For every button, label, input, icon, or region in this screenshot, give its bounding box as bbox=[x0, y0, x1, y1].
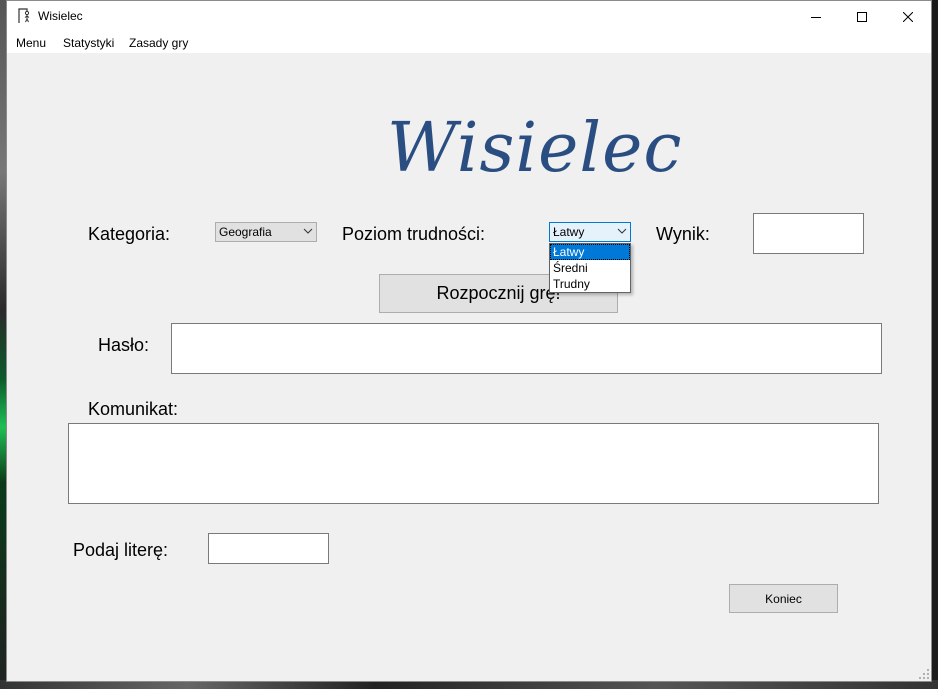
difficulty-option-latwy[interactable]: Łatwy bbox=[550, 244, 630, 260]
menu-item-statystyki[interactable]: Statystyki bbox=[63, 36, 114, 50]
score-field[interactable] bbox=[753, 213, 864, 254]
minimize-button[interactable] bbox=[793, 1, 839, 33]
category-select[interactable]: Geografia bbox=[215, 222, 317, 242]
difficulty-dropdown-list: Łatwy Średni Trudny bbox=[549, 243, 631, 293]
game-logo: Wisielec bbox=[387, 109, 683, 188]
message-box[interactable] bbox=[68, 423, 879, 504]
category-value: Geografia bbox=[219, 225, 272, 239]
maximize-icon bbox=[857, 12, 867, 22]
maximize-button[interactable] bbox=[839, 1, 885, 33]
difficulty-option-sredni[interactable]: Średni bbox=[550, 260, 630, 276]
hangman-app-icon bbox=[17, 8, 33, 24]
category-label: Kategoria: bbox=[88, 224, 171, 244]
difficulty-label: Poziom trudności: bbox=[342, 224, 486, 244]
difficulty-select[interactable]: Łatwy bbox=[549, 222, 631, 242]
menu-bar: Menu Statystyki Zasady gry bbox=[7, 33, 931, 53]
close-button[interactable] bbox=[885, 1, 931, 33]
chevron-down-icon bbox=[303, 228, 313, 234]
difficulty-value: Łatwy bbox=[553, 225, 585, 239]
letter-input[interactable] bbox=[208, 533, 329, 564]
difficulty-option-trudny[interactable]: Trudny bbox=[550, 276, 630, 292]
message-label: Komunikat: bbox=[88, 399, 179, 419]
end-button[interactable]: Koniec bbox=[729, 584, 838, 613]
app-window: Wisielec Menu Statystyki Zasady gry Wisi… bbox=[6, 0, 932, 682]
letter-label: Podaj literę: bbox=[73, 540, 169, 560]
resize-grip-icon[interactable] bbox=[919, 669, 929, 679]
password-label: Hasło: bbox=[98, 335, 150, 355]
menu-item-zasady-gry[interactable]: Zasady gry bbox=[129, 36, 188, 50]
menu-item-menu[interactable]: Menu bbox=[16, 36, 46, 50]
password-field[interactable] bbox=[171, 323, 882, 374]
title-bar[interactable]: Wisielec bbox=[7, 1, 931, 33]
window-title: Wisielec bbox=[38, 9, 83, 23]
chevron-down-icon bbox=[617, 228, 627, 234]
minimize-icon bbox=[811, 17, 821, 18]
close-icon bbox=[903, 12, 913, 22]
score-label: Wynik: bbox=[656, 224, 710, 244]
